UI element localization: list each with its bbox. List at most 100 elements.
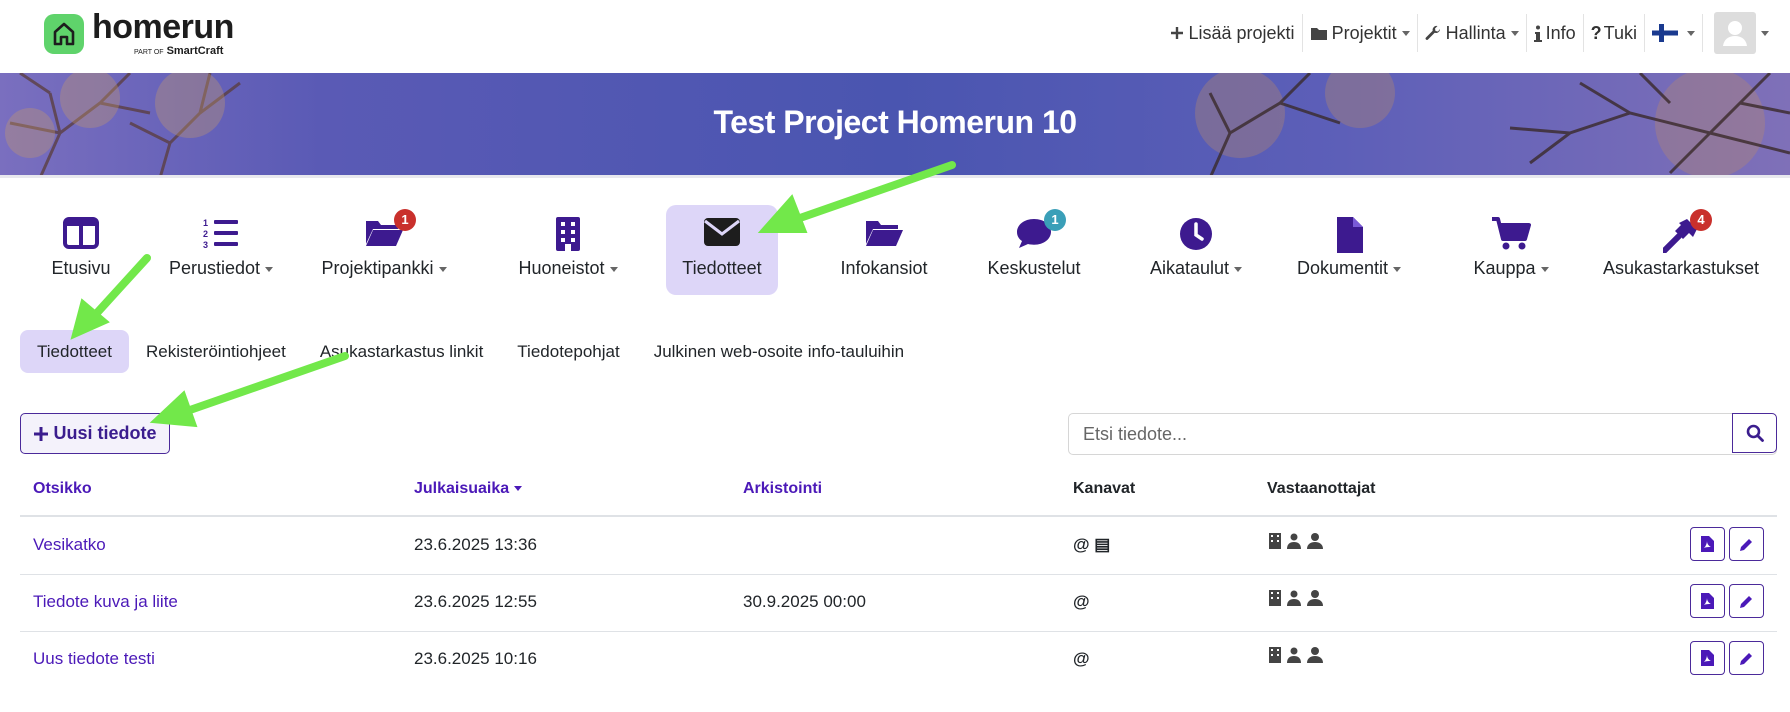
announcement-title-link[interactable]: Vesikatko xyxy=(33,535,106,555)
subtab-asukastarkastus-linkit[interactable]: Asukastarkastus linkit xyxy=(303,330,500,373)
top-navigation: Lisää projekti Projektit Hallinta Info ?… xyxy=(1162,12,1777,54)
admin-menu[interactable]: Hallinta xyxy=(1418,14,1527,52)
brand-name: homerun xyxy=(92,8,234,46)
pencil-icon xyxy=(1740,595,1752,608)
published-date: 23.6.2025 10:16 xyxy=(414,649,537,668)
pdf-button[interactable] xyxy=(1690,584,1725,618)
module-huoneistot[interactable]: Huoneistot xyxy=(508,205,628,295)
archive-date: 30.9.2025 00:00 xyxy=(743,592,866,611)
column-header-recipients: Vastaanottajat xyxy=(1267,480,1376,497)
cart-icon xyxy=(1492,217,1531,250)
svg-text:2: 2 xyxy=(203,229,208,239)
info-icon xyxy=(1533,25,1542,42)
plus-icon xyxy=(1170,27,1183,39)
module-infokansiot[interactable]: Infokansiot xyxy=(824,205,944,295)
pencil-icon xyxy=(1740,538,1752,551)
project-banner: Test Project Homerun 10 xyxy=(0,73,1790,178)
subtab-tiedotepohjat[interactable]: Tiedotepohjat xyxy=(500,330,636,373)
file-pdf-icon xyxy=(1701,536,1714,552)
column-header-published[interactable]: Julkaisuaika xyxy=(414,480,523,498)
chevron-down-icon xyxy=(1510,30,1519,36)
pdf-button[interactable] xyxy=(1690,527,1725,561)
user-menu[interactable] xyxy=(1703,12,1776,54)
channels: @ xyxy=(1073,592,1090,611)
subtab-tiedotteet[interactable]: Tiedotteet xyxy=(20,330,129,373)
clock-icon xyxy=(1180,218,1212,250)
edit-button[interactable] xyxy=(1729,527,1764,561)
new-announcement-button[interactable]: Uusi tiedote xyxy=(20,413,170,454)
notification-badge: 1 xyxy=(394,209,416,231)
columns-icon xyxy=(63,217,99,249)
brand-subtitle: PART OF SmartCraft xyxy=(134,45,224,57)
search-input[interactable]: Etsi tiedote... xyxy=(1069,414,1732,454)
file-icon xyxy=(1337,217,1363,253)
table-row: Uus tiedote testi 23.6.2025 10:16 @ xyxy=(20,631,1777,688)
support-link[interactable]: ? Tuki xyxy=(1584,14,1645,52)
edit-button[interactable] xyxy=(1729,584,1764,618)
column-header-title[interactable]: Otsikko xyxy=(33,480,92,498)
chevron-down-icon xyxy=(1540,266,1549,272)
search-icon xyxy=(1746,424,1764,442)
user-icon xyxy=(1307,647,1323,663)
recipient-icons xyxy=(1268,590,1324,606)
building-icon xyxy=(1269,647,1281,663)
projects-menu[interactable]: Projektit xyxy=(1303,14,1418,52)
file-pdf-icon xyxy=(1701,650,1714,666)
module-tiedotteet[interactable]: Tiedotteet xyxy=(666,205,778,295)
file-pdf-icon xyxy=(1701,593,1714,609)
chevron-down-icon xyxy=(1393,266,1402,272)
module-asukastarkastukset[interactable]: 4 Asukastarkastukset xyxy=(1596,205,1766,295)
language-menu[interactable] xyxy=(1645,14,1703,52)
homerun-logo[interactable]: homerun PART OF SmartCraft xyxy=(44,8,244,60)
user-avatar-icon xyxy=(1714,12,1756,54)
module-navigation: Etusivu 123 Perustiedot 1 Projektipankki… xyxy=(16,205,1790,295)
add-project-button[interactable]: Lisää projekti xyxy=(1162,14,1303,52)
chevron-down-icon xyxy=(265,266,274,272)
folder-open-icon xyxy=(866,221,903,246)
svg-text:1: 1 xyxy=(203,218,208,228)
wrench-icon xyxy=(1425,25,1440,40)
announcement-title-link[interactable]: Tiedote kuva ja liite xyxy=(33,592,178,612)
channels: @ ▤ xyxy=(1073,535,1111,554)
announcement-title-link[interactable]: Uus tiedote testi xyxy=(33,649,155,669)
subtab-julkinen-web-osoite[interactable]: Julkinen web-osoite info-tauluihin xyxy=(637,330,921,373)
question-icon: ? xyxy=(1590,22,1602,43)
sub-navigation: Tiedotteet Rekisteröintiohjeet Asukastar… xyxy=(20,330,921,373)
subtab-rekisterointiohjeet[interactable]: Rekisteröintiohjeet xyxy=(129,330,303,373)
pdf-button[interactable] xyxy=(1690,641,1725,675)
module-etusivu[interactable]: Etusivu xyxy=(26,205,136,295)
module-dokumentit[interactable]: Dokumentit xyxy=(1284,205,1414,295)
numbered-list-icon: 123 xyxy=(203,218,238,249)
module-keskustelut[interactable]: 1 Keskustelut xyxy=(974,205,1094,295)
chevron-down-icon xyxy=(1761,30,1769,36)
notification-badge: 1 xyxy=(1044,209,1066,231)
svg-text:3: 3 xyxy=(203,240,208,249)
folder-icon xyxy=(1310,27,1327,40)
info-link[interactable]: Info xyxy=(1527,14,1584,52)
module-kauppa[interactable]: Kauppa xyxy=(1456,205,1566,295)
published-date: 23.6.2025 13:36 xyxy=(414,535,537,554)
notification-badge: 4 xyxy=(1690,209,1712,231)
module-projektipankki[interactable]: 1 Projektipankki xyxy=(314,205,454,295)
user-icon xyxy=(1307,533,1323,549)
table-row: Tiedote kuva ja liite 23.6.2025 12:55 30… xyxy=(20,574,1777,631)
channels: @ xyxy=(1073,649,1090,668)
module-perustiedot[interactable]: 123 Perustiedot xyxy=(146,205,296,295)
envelope-icon xyxy=(704,218,740,246)
finland-flag-icon xyxy=(1652,24,1678,42)
chevron-down-icon xyxy=(609,266,618,272)
search-button[interactable] xyxy=(1732,413,1777,453)
module-aikataulut[interactable]: Aikataulut xyxy=(1126,205,1266,295)
user-tie-icon xyxy=(1287,533,1301,549)
chevron-down-icon xyxy=(1234,266,1243,272)
chevron-down-icon xyxy=(438,266,447,272)
house-icon xyxy=(44,14,84,54)
project-title: Test Project Homerun 10 xyxy=(713,104,1077,140)
published-date: 23.6.2025 12:55 xyxy=(414,592,537,611)
recipient-icons xyxy=(1268,647,1324,663)
recipient-icons xyxy=(1268,533,1324,549)
search-box: Etsi tiedote... xyxy=(1068,413,1777,455)
chevron-down-icon xyxy=(1401,30,1410,36)
edit-button[interactable] xyxy=(1729,641,1764,675)
column-header-archive[interactable]: Arkistointi xyxy=(743,480,822,498)
